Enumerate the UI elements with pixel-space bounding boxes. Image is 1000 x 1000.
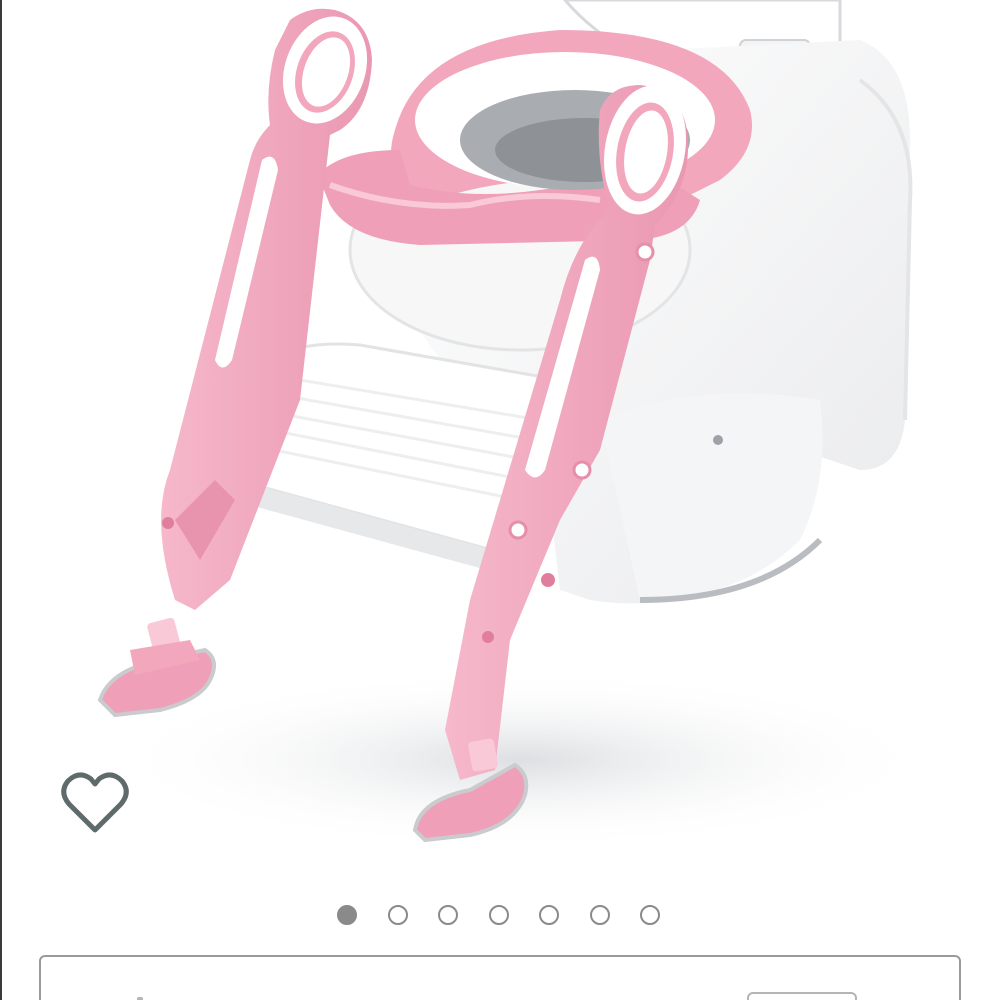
product-page (0, 0, 1000, 1000)
carousel-dot-1[interactable] (337, 905, 357, 925)
product-image[interactable] (0, 0, 1000, 880)
product-image-gallery[interactable] (0, 0, 1000, 880)
carousel-dot-6[interactable] (589, 905, 610, 925)
wishlist-heart-button[interactable] (60, 770, 130, 836)
carousel-dot-4[interactable] (488, 905, 509, 925)
carousel-dot-7[interactable] (640, 905, 660, 925)
product-info-card (39, 955, 961, 1000)
carousel-dot-3[interactable] (438, 905, 458, 925)
card-action-box[interactable] (747, 992, 857, 1000)
heart-outline-icon (61, 772, 129, 833)
carousel-dot-2[interactable] (387, 905, 408, 925)
carousel-dot-5[interactable] (539, 905, 559, 925)
image-carousel-pagination (337, 905, 660, 925)
